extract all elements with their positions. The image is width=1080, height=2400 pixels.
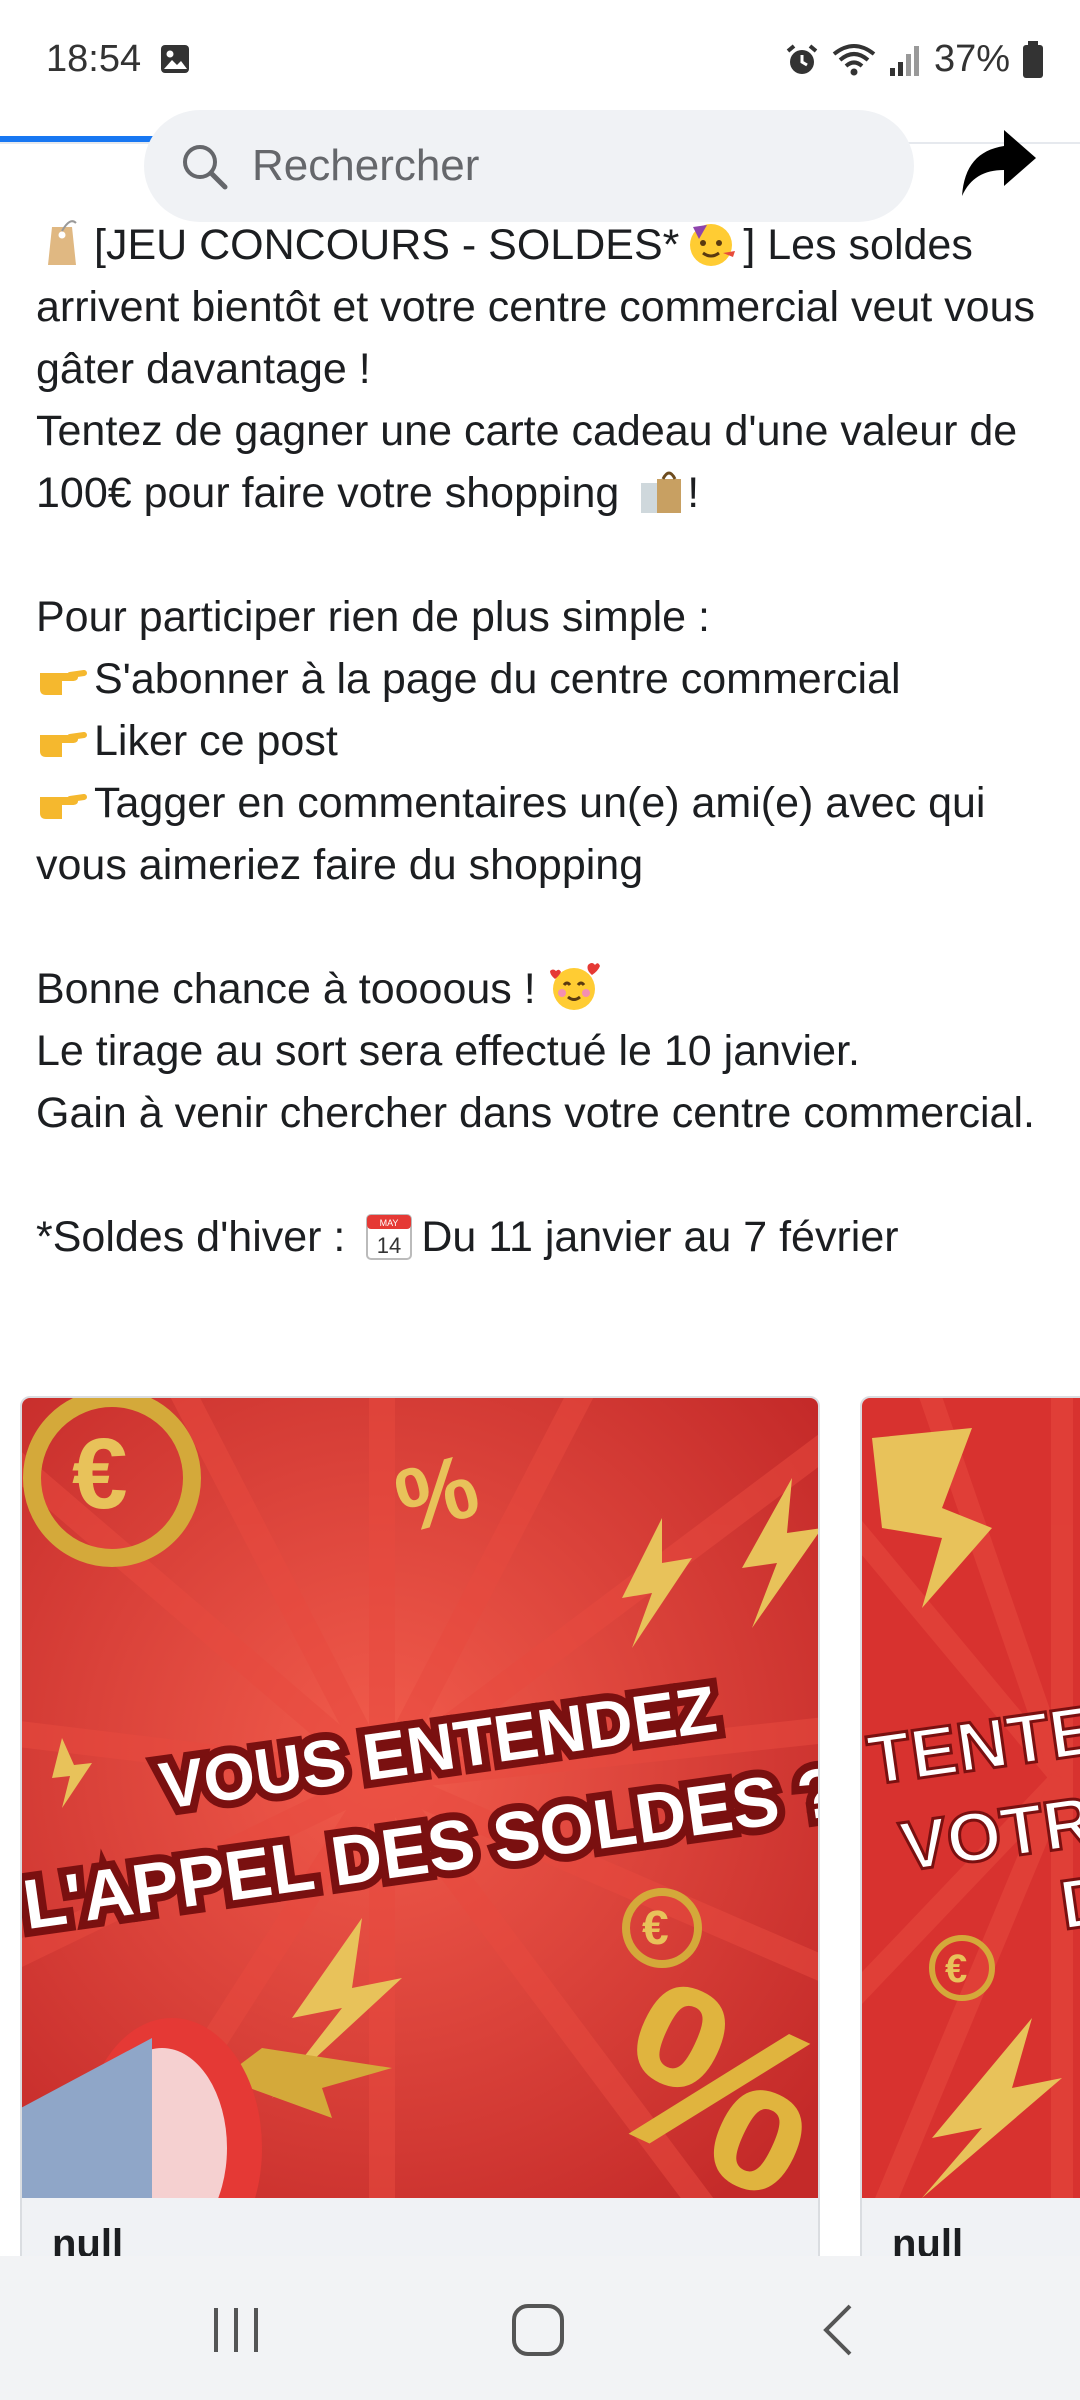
post-bullet: Liker ce post bbox=[36, 710, 1046, 772]
share-arrow-icon[interactable] bbox=[960, 126, 1038, 200]
post-paragraph: Gain à venir chercher dans votre centre … bbox=[36, 1082, 1046, 1144]
signal-icon bbox=[889, 45, 919, 76]
post-paragraph: Tentez de gagner une carte cadeau d'une … bbox=[36, 400, 1046, 524]
battery-percent: 37% bbox=[933, 38, 1010, 80]
home-icon[interactable] bbox=[508, 2300, 568, 2360]
post-line-11: Gain à venir chercher dans votre centre … bbox=[36, 1089, 1035, 1137]
pointing-hand-emoji-icon bbox=[40, 794, 87, 819]
calendar-day: 14 bbox=[377, 1233, 401, 1258]
post-paragraph: Bonne chance à toooous ! bbox=[36, 958, 1046, 1020]
photo-icon bbox=[161, 45, 189, 73]
pointing-hand-emoji-icon bbox=[40, 732, 87, 757]
search-icon bbox=[183, 145, 228, 190]
smiling-face-hearts-emoji-icon bbox=[549, 963, 600, 1010]
post-bullet: Tagger en commentaires un(e) ami(e) avec… bbox=[36, 772, 1046, 896]
svg-text:€: € bbox=[72, 1418, 128, 1530]
post-line-9: Bonne chance à toooous ! bbox=[36, 965, 536, 1013]
alarm-icon bbox=[786, 43, 818, 74]
calendar-month: MAY bbox=[380, 1218, 399, 1228]
back-icon[interactable] bbox=[810, 2300, 870, 2360]
post-line-12: *Soldes d'hiver : bbox=[36, 1213, 346, 1261]
post-line-7: Liker ce post bbox=[94, 717, 338, 765]
wifi-icon bbox=[832, 43, 876, 75]
svg-text:€: € bbox=[642, 1902, 669, 1955]
post-line-4: ! bbox=[687, 469, 700, 517]
post-line-13: Du 11 janvier au 7 février bbox=[421, 1213, 899, 1261]
post-line-8: Tagger en commentaires un(e) ami(e) avec… bbox=[36, 779, 986, 889]
post-paragraph: Pour participer rien de plus simple : bbox=[36, 586, 1046, 648]
post-line-6: S'abonner à la page du centre commercial bbox=[94, 655, 901, 703]
status-icons: 37% bbox=[784, 38, 1044, 81]
post-bullet: S'abonner à la page du centre commercial bbox=[36, 648, 1046, 710]
carousel-card[interactable]: TENTE VOTR D € null bbox=[860, 1396, 1080, 2280]
promo-image: TENTE VOTR D € bbox=[862, 1398, 1080, 2198]
post-line-3: Tentez de gagner une carte cadeau d'une … bbox=[36, 407, 1018, 517]
system-nav-bar bbox=[0, 2256, 1080, 2400]
search-input[interactable]: Rechercher bbox=[252, 141, 479, 191]
pointing-hand-emoji-icon bbox=[40, 670, 87, 695]
battery-icon bbox=[1023, 40, 1043, 78]
post-line-5: Pour participer rien de plus simple : bbox=[36, 593, 710, 641]
post-paragraph: [JEU CONCOURS - SOLDES* ] Les soldes arr… bbox=[36, 214, 1046, 400]
post-paragraph: *Soldes d'hiver : MAY 14 Du 11 janvier a… bbox=[36, 1206, 1046, 1268]
shopping-bags-emoji-icon bbox=[641, 471, 682, 513]
recent-apps-icon[interactable] bbox=[206, 2300, 266, 2360]
tag-emoji-icon bbox=[48, 220, 77, 265]
party-face-emoji-icon bbox=[690, 224, 736, 266]
calendar-emoji-icon: MAY 14 bbox=[366, 1214, 413, 1260]
search-bar[interactable]: Rechercher bbox=[144, 110, 914, 222]
carousel-card[interactable]: € % VOUS ENTENDEZ VOUS ENTENDEZ L'APPEL … bbox=[20, 1396, 820, 2280]
svg-text:€: € bbox=[945, 1947, 967, 1991]
post-line-1: [JEU CONCOURS - SOLDES* bbox=[94, 221, 680, 269]
promo-image: € % VOUS ENTENDEZ VOUS ENTENDEZ L'APPEL … bbox=[22, 1398, 818, 2198]
post-paragraph: Le tirage au sort sera effectué le 10 ja… bbox=[36, 1020, 1046, 1082]
status-bar: 18:54 37% bbox=[0, 0, 1080, 120]
post-text: [JEU CONCOURS - SOLDES* ] Les soldes arr… bbox=[36, 214, 1046, 1268]
post-line-10: Le tirage au sort sera effectué le 10 ja… bbox=[36, 1027, 860, 1075]
status-time: 18:54 bbox=[46, 38, 142, 80]
